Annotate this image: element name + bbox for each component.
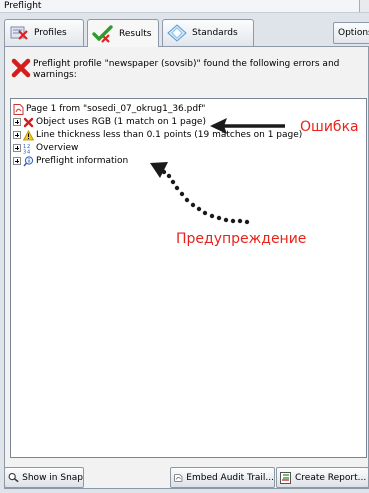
profiles-icon (10, 26, 28, 40)
tab-profiles-label: Profiles (34, 28, 67, 38)
title-bar: Preflight (0, 0, 369, 13)
bottom-toolbar: Show in Snap Embed Audit Trail... Create… (4, 467, 369, 489)
results-panel: Preflight profile "newspaper (sovsib)" f… (4, 46, 369, 489)
show-in-snap-label: Show in Snap (22, 472, 83, 483)
tree-root-row[interactable]: Page 1 from "sosedi_07_okrug1_36.pdf" (13, 103, 205, 115)
show-in-snap-button[interactable]: Show in Snap (4, 467, 84, 488)
tab-standards[interactable]: Standards (162, 19, 254, 46)
standards-icon (167, 24, 187, 42)
expand-icon[interactable] (13, 131, 21, 139)
window-control-button[interactable] (359, 0, 369, 12)
magnifier-icon (8, 472, 19, 483)
create-report-label: Create Report... (295, 472, 367, 483)
options-label: Options (338, 28, 369, 38)
results-tree[interactable]: Page 1 from "sosedi_07_okrug1_36.pdf" Ob… (10, 98, 367, 458)
tree-item-line-thickness[interactable]: Line thickness less than 0.1 points (19 … (13, 129, 302, 141)
summary-message: Preflight profile "newspaper (sovsib)" f… (33, 59, 340, 80)
tab-results-label: Results (119, 28, 152, 39)
tree-item-overview[interactable]: 1 2 3 4 Overview (13, 142, 78, 154)
tree-item-label: Overview (36, 143, 79, 153)
embed-audit-trail-label: Embed Audit Trail... (186, 472, 274, 483)
tree-item-label: Object uses RGB (1 match on 1 page) (36, 117, 206, 127)
expand-icon[interactable] (13, 144, 21, 152)
options-button[interactable]: Options (333, 22, 369, 44)
tree-item-rgb[interactable]: Object uses RGB (1 match on 1 page) (13, 116, 206, 128)
tab-results[interactable]: Results (87, 19, 159, 47)
checkmark-icon (92, 24, 113, 43)
tab-bar: Profiles Results Standards Options (4, 19, 369, 47)
embed-audit-trail-button[interactable]: Embed Audit Trail... (170, 467, 275, 488)
create-report-button[interactable]: Create Report... (276, 467, 369, 488)
error-annotation-label: Ошибка (300, 119, 359, 135)
window-title: Preflight (4, 1, 42, 11)
tree-item-preflight-info[interactable]: Preflight information (13, 155, 128, 167)
tab-profiles[interactable]: Profiles (4, 19, 84, 46)
results-summary: Preflight profile "newspaper (sovsib)" f… (11, 56, 351, 88)
expand-icon[interactable] (13, 118, 21, 126)
error-x-icon (23, 117, 34, 127)
tree-item-label: Preflight information (36, 156, 129, 166)
expand-icon[interactable] (13, 157, 21, 165)
warning-annotation-label: Предупреждение (176, 231, 307, 247)
error-x-icon (11, 58, 31, 78)
embed-audit-icon (174, 473, 183, 482)
report-icon (280, 471, 291, 484)
pdf-icon (13, 103, 24, 115)
info-icon (23, 155, 34, 166)
svg-text:3: 3 (23, 149, 26, 154)
svg-text:4: 4 (27, 149, 30, 154)
tab-standards-label: Standards (192, 28, 238, 38)
tree-root-label: Page 1 from "sosedi_07_okrug1_36.pdf" (26, 104, 206, 114)
warning-icon (23, 129, 34, 140)
overview-icon: 1 2 3 4 (23, 144, 30, 154)
tree-item-label: Line thickness less than 0.1 points (19 … (36, 130, 303, 140)
